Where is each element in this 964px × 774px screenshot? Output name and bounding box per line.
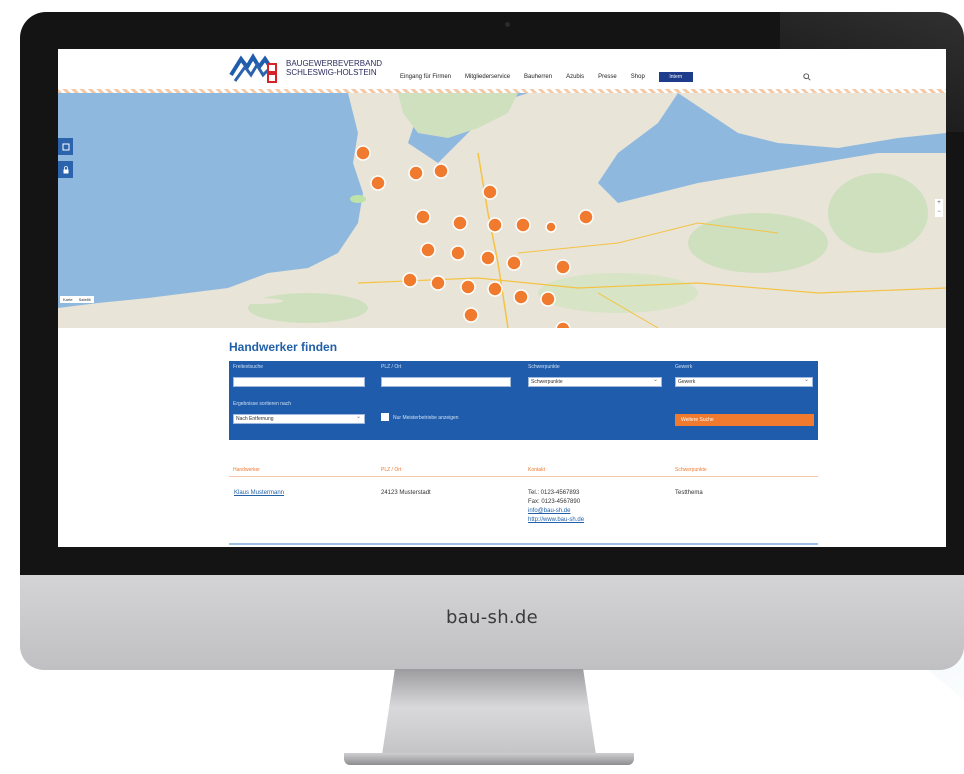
master-only-label: Nur Meisterbetriebe anzeigen — [393, 415, 459, 421]
zip-input[interactable] — [381, 377, 511, 387]
result-contact: Tel.: 0123-4567893 Fax: 0123-4567890 inf… — [528, 489, 584, 525]
search-icon[interactable] — [803, 73, 811, 81]
result-fax: Fax: 0123-4567890 — [528, 499, 581, 505]
map-canvas[interactable] — [58, 93, 946, 328]
focus-label: Schwerpunkte — [528, 364, 560, 370]
domain-label: bau-sh.de — [445, 607, 539, 628]
nav-item-shop[interactable]: Shop — [631, 74, 645, 80]
nav-badge-intern[interactable]: Intern — [658, 72, 693, 82]
nav-item-presse[interactable]: Presse — [598, 74, 617, 80]
result-email-link[interactable]: info@bau-sh.de — [528, 507, 584, 516]
sort-select[interactable]: Nach Entfernung — [233, 413, 365, 424]
sort-label: Ergebnisse sortieren nach — [233, 401, 292, 407]
logo-line-1: BAUGEWERBEVERBAND — [286, 59, 383, 68]
result-focus: Testthema — [675, 490, 703, 496]
monitor-screen: BAUGEWERBEVERBAND SCHLESWIG-HOLSTEIN Ein… — [58, 49, 946, 547]
main-nav: Eingang für Firmen Mitgliederservice Bau… — [400, 72, 693, 82]
nav-item-bauherren[interactable]: Bauherren — [524, 74, 552, 80]
logo-line-2: SCHLESWIG-HOLSTEIN — [286, 68, 377, 77]
map-type-karte[interactable]: Karte — [60, 296, 76, 303]
nav-item-firmen[interactable]: Eingang für Firmen — [400, 74, 451, 80]
master-only-checkbox[interactable] — [381, 413, 389, 421]
monitor-stand-base — [344, 753, 634, 765]
search-panel: Freitextsuche PLZ / Ort Schwerpunkte Sch… — [229, 361, 818, 440]
search-button[interactable]: Weitere Suche — [675, 414, 814, 426]
result-tel: Tel.: 0123-4567893 — [528, 490, 580, 496]
result-web-link[interactable]: http://www.bau-sh.de — [528, 516, 584, 525]
column-header-schwerpunkte[interactable]: Schwerpunkte — [675, 467, 707, 473]
logo-icon — [229, 53, 277, 83]
freetext-label: Freitextsuche — [233, 364, 264, 370]
result-place: 24123 Musterstadt — [381, 490, 431, 496]
results-row-divider — [229, 543, 818, 545]
trade-select[interactable]: Gewerk — [675, 376, 813, 387]
nav-item-azubis[interactable]: Azubis — [566, 74, 584, 80]
zoom-out-button[interactable]: − — [935, 208, 943, 217]
result-name-link[interactable]: Klaus Mustermann — [234, 489, 284, 498]
map-type-satellit[interactable]: Satellit — [76, 296, 94, 303]
logo-text: BAUGEWERBEVERBAND SCHLESWIG-HOLSTEIN — [286, 59, 382, 77]
trade-label: Gewerk — [675, 364, 693, 370]
monitor-stand — [382, 669, 596, 755]
login-icon[interactable] — [58, 138, 73, 155]
column-header-kontakt[interactable]: Kontakt — [528, 467, 545, 473]
map-zoom-control[interactable]: + − — [935, 199, 943, 217]
results-header-divider — [229, 476, 818, 477]
column-header-handwerker[interactable]: Handwerker — [233, 467, 260, 473]
monitor-chin: bau-sh.de — [20, 575, 964, 670]
camera-dot — [505, 22, 510, 27]
results-table-header: Handwerker PLZ / Ort Kontakt Schwerpunkt… — [229, 461, 818, 487]
map[interactable]: + − Karte Satellit — [58, 93, 946, 328]
nav-item-mitglieder[interactable]: Mitgliederservice — [465, 74, 510, 80]
map-type-toggle[interactable]: Karte Satellit — [60, 296, 94, 303]
zip-label: PLZ / Ort — [381, 364, 402, 370]
site-header: BAUGEWERBEVERBAND SCHLESWIG-HOLSTEIN Ein… — [58, 49, 946, 93]
zoom-in-button[interactable]: + — [935, 199, 943, 208]
page-title: Handwerker finden — [229, 340, 338, 354]
focus-select[interactable]: Schwerpunkte — [528, 376, 662, 387]
freetext-input[interactable] — [233, 377, 365, 387]
lock-icon[interactable] — [58, 161, 73, 178]
column-header-plz[interactable]: PLZ / Ort — [381, 467, 401, 473]
